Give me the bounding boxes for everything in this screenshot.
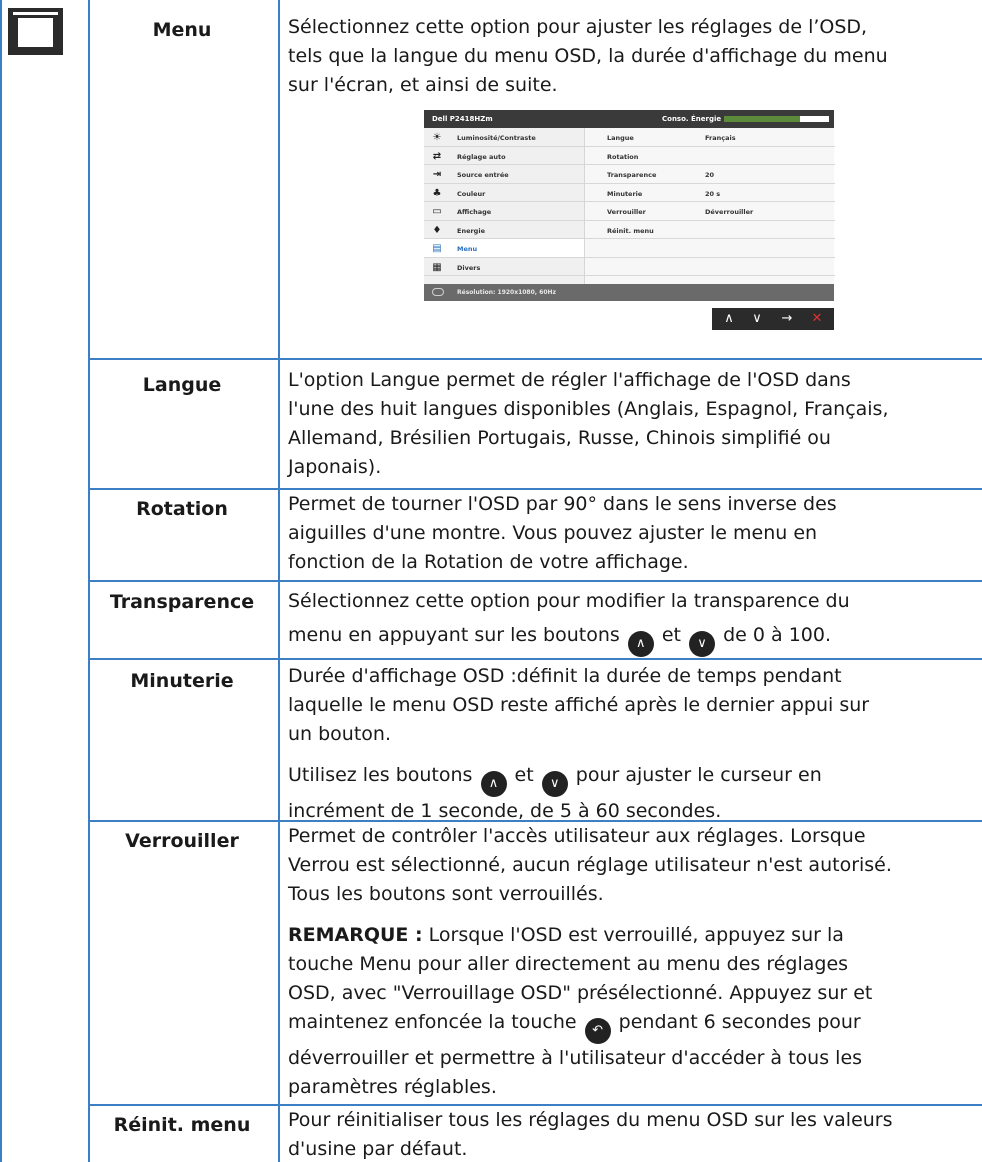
row-divider bbox=[90, 1104, 280, 1106]
row-desc-transparence: Sélectionnez cette option pour modifier … bbox=[288, 584, 978, 657]
row-desc-minuterie: Durée d'affichage OSD :définit la durée … bbox=[288, 665, 870, 822]
row-divider bbox=[90, 488, 280, 490]
osd-setting-key: Verrouiller bbox=[607, 208, 646, 216]
nav-close-button[interactable]: ✕ bbox=[808, 311, 826, 327]
nav-enter-button[interactable]: → bbox=[778, 311, 796, 327]
osd-setting-row[interactable]: Langue Français bbox=[585, 128, 835, 147]
sun-icon: ☀ bbox=[432, 132, 442, 143]
row-desc-menu: Sélectionnez cette option pour ajuster l… bbox=[288, 16, 888, 96]
input-source-icon: ⇥ bbox=[432, 169, 442, 180]
osd-energy-label: Conso. Énergie bbox=[662, 115, 722, 123]
osd-menu-item-label: Couleur bbox=[457, 189, 486, 198]
chevron-down-icon: ∨ bbox=[541, 771, 568, 797]
resolution-icon bbox=[432, 288, 444, 296]
row-desc-reinit-menu: Pour réinitialiser tous les réglages du … bbox=[288, 1109, 893, 1160]
osd-menu-item-label: Affichage bbox=[457, 208, 492, 216]
row-divider bbox=[278, 658, 982, 660]
nav-down-button[interactable]: ∨ bbox=[748, 311, 766, 327]
osd-setting-value: Déverrouiller bbox=[705, 208, 754, 216]
osd-status-bar: Résolution: 1920x1080, 60Hz bbox=[424, 284, 834, 301]
color-icon: ♣ bbox=[432, 187, 442, 199]
osd-menu-item[interactable]: ▤ Menu bbox=[424, 239, 584, 258]
row-label-reinit-menu: Réinit. menu bbox=[113, 1114, 251, 1136]
osd-menu-item[interactable]: ▭ Affichage bbox=[424, 202, 584, 221]
row-divider bbox=[90, 580, 280, 582]
osd-setting-value: 20 s bbox=[705, 189, 721, 198]
energy-icon: ♦ bbox=[432, 224, 442, 236]
osd-setting-key: Minuterie bbox=[607, 189, 643, 198]
menu-icon: ▤ bbox=[432, 243, 442, 254]
note-label: REMARQUE : bbox=[288, 924, 423, 946]
osd-menu-item[interactable]: ♦ Energie bbox=[424, 221, 584, 239]
row-desc-verrouiller: Permet de contrôler l'accès utilisateur … bbox=[288, 825, 892, 1098]
row-label-langue: Langue bbox=[142, 374, 222, 396]
osd-setting-row[interactable]: Minuterie 20 s bbox=[585, 184, 835, 202]
display-icon: ▭ bbox=[432, 206, 442, 217]
osd-title-bar: Dell P2418HZm Conso. Énergie bbox=[424, 110, 834, 128]
osd-setting-value: 20 bbox=[705, 171, 715, 179]
chevron-up-icon: ∧ bbox=[480, 771, 507, 797]
chevron-down-icon: ∨ bbox=[689, 631, 716, 657]
osd-menu-item[interactable]: ♣ Couleur bbox=[424, 184, 584, 202]
osd-setting-key: Rotation bbox=[607, 152, 639, 161]
osd-setting-key: Langue bbox=[607, 134, 634, 142]
row-divider bbox=[88, 358, 982, 360]
osd-menu-item[interactable]: ⇄ Réglage auto bbox=[424, 147, 584, 165]
osd-setting-row[interactable]: Rotation bbox=[585, 147, 835, 165]
row-label-transparence: Transparence bbox=[109, 591, 255, 613]
osd-menu-item-label: Divers bbox=[457, 263, 481, 272]
osd-menu-item-label: Réglage auto bbox=[457, 152, 506, 161]
osd-energy-meter bbox=[724, 116, 829, 122]
row-desc-rotation: Permet de tourner l'OSD par 90° dans le … bbox=[288, 493, 837, 573]
row-divider bbox=[278, 580, 982, 582]
osd-menu-item-label: Luminosité/Contraste bbox=[457, 134, 536, 142]
row-divider bbox=[90, 820, 280, 822]
row-label-minuterie: Minuterie bbox=[130, 670, 234, 692]
row-label-rotation: Rotation bbox=[136, 498, 228, 520]
osd-nav-buttons: ∧ ∨ → ✕ bbox=[712, 308, 834, 330]
osd-setting-key: Réinit. menu bbox=[607, 226, 654, 235]
row-divider bbox=[90, 658, 280, 660]
osd-screenshot: Dell P2418HZm Conso. Énergie ☀ Luminosité… bbox=[424, 110, 835, 306]
chevron-up-icon: ∧ bbox=[627, 631, 654, 657]
osd-model-name: Dell P2418HZm bbox=[432, 115, 493, 123]
osd-settings-panel: Langue Français Rotation Transparence 20 Minu… bbox=[584, 128, 835, 294]
osd-menu-item[interactable]: ⇥ Source entrée bbox=[424, 165, 584, 184]
osd-energy-fill bbox=[724, 116, 800, 122]
osd-empty-row bbox=[585, 258, 835, 276]
osd-menu-item[interactable]: ☀ Luminosité/Contraste bbox=[424, 128, 584, 147]
row-label-verrouiller: Verrouiller bbox=[125, 830, 239, 852]
row-label-menu: Menu bbox=[152, 19, 212, 41]
menu-window-icon bbox=[8, 8, 63, 55]
osd-setting-row[interactable]: Réinit. menu bbox=[585, 221, 835, 239]
osd-menu-list: ☀ Luminosité/Contraste ⇄ Réglage auto ⇥ Sourc… bbox=[424, 128, 584, 294]
auto-adjust-icon: ⇄ bbox=[432, 150, 442, 162]
osd-setting-row[interactable]: Transparence 20 bbox=[585, 165, 835, 184]
osd-setting-row[interactable]: Verrouiller Déverrouiller bbox=[585, 202, 835, 221]
osd-menu-doc-page: Menu Sélectionnez cette option pour ajus… bbox=[0, 0, 982, 1162]
osd-menu-item-label: Energie bbox=[457, 226, 485, 235]
nav-up-button[interactable]: ∧ bbox=[720, 311, 738, 327]
osd-menu-item-label: Menu bbox=[457, 245, 478, 253]
table-border-left bbox=[0, 0, 2, 1162]
back-arrow-icon: ↶ bbox=[584, 1018, 611, 1044]
osd-setting-value: Français bbox=[705, 134, 736, 142]
osd-resolution: Résolution: 1920x1080, 60Hz bbox=[457, 289, 557, 296]
others-icon: ▦ bbox=[432, 261, 442, 273]
osd-menu-item[interactable]: ▦ Divers bbox=[424, 258, 584, 276]
row-desc-langue: L'option Langue permet de régler l'affic… bbox=[288, 369, 889, 478]
osd-empty-row bbox=[585, 239, 835, 258]
osd-setting-key: Transparence bbox=[607, 171, 657, 179]
osd-menu-item-label: Source entrée bbox=[457, 171, 509, 179]
